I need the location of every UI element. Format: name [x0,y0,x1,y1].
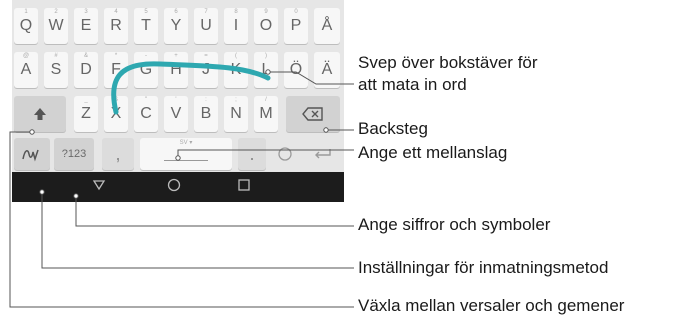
backspace-callout: Backsteg [358,119,428,138]
symbols-callout: Ange siffror och symboler [358,215,551,234]
space-callout: Ange ett mellanslag [358,143,508,162]
swipe-callout-line2: att mata in ord [358,75,467,94]
swipe-callout-line1: Svep över bokstäver för [358,53,538,72]
swipe-callout: Svep över bokstäver för att mata in ord [358,52,538,96]
settings-callout: Inställningar för inmatningsmetod [358,258,609,277]
shift-callout: Växla mellan versaler och gemener [358,296,625,315]
